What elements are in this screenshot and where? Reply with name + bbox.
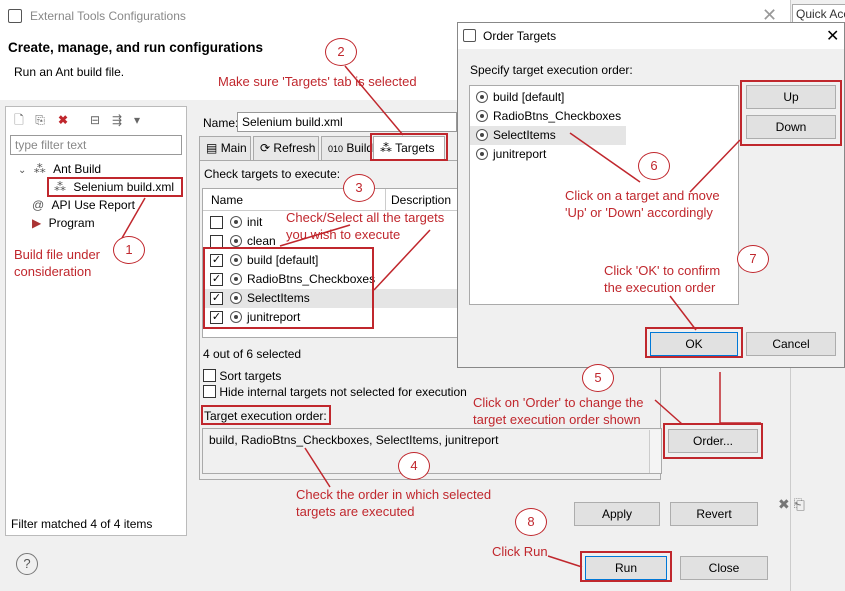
annotation-6: Click on a target and move 'Up' or 'Down… — [565, 188, 720, 220]
annotation-1: Build file under consideration — [14, 247, 100, 279]
step-bubble-8: 8 — [515, 508, 547, 536]
step-bubble-3: 3 — [343, 174, 375, 202]
annotation-7: Click 'OK' to confirm the execution orde… — [604, 263, 721, 295]
annotation-5: Click on 'Order' to change the target ex… — [473, 395, 644, 427]
annotation-4: Check the order in which selected target… — [296, 487, 492, 519]
step-bubble-5: 5 — [582, 364, 614, 392]
step-bubble-2: 2 — [325, 38, 357, 66]
step-bubble-6: 6 — [638, 152, 670, 180]
annotation-3: Check/Select all the targets you wish to… — [286, 210, 445, 242]
annotation-2: Make sure 'Targets' tab is selected — [218, 74, 417, 89]
annotation-8: Click Run — [492, 544, 548, 559]
step-bubble-1: 1 — [113, 236, 145, 264]
step-bubble-7: 7 — [737, 245, 769, 273]
step-bubble-4: 4 — [398, 452, 430, 480]
